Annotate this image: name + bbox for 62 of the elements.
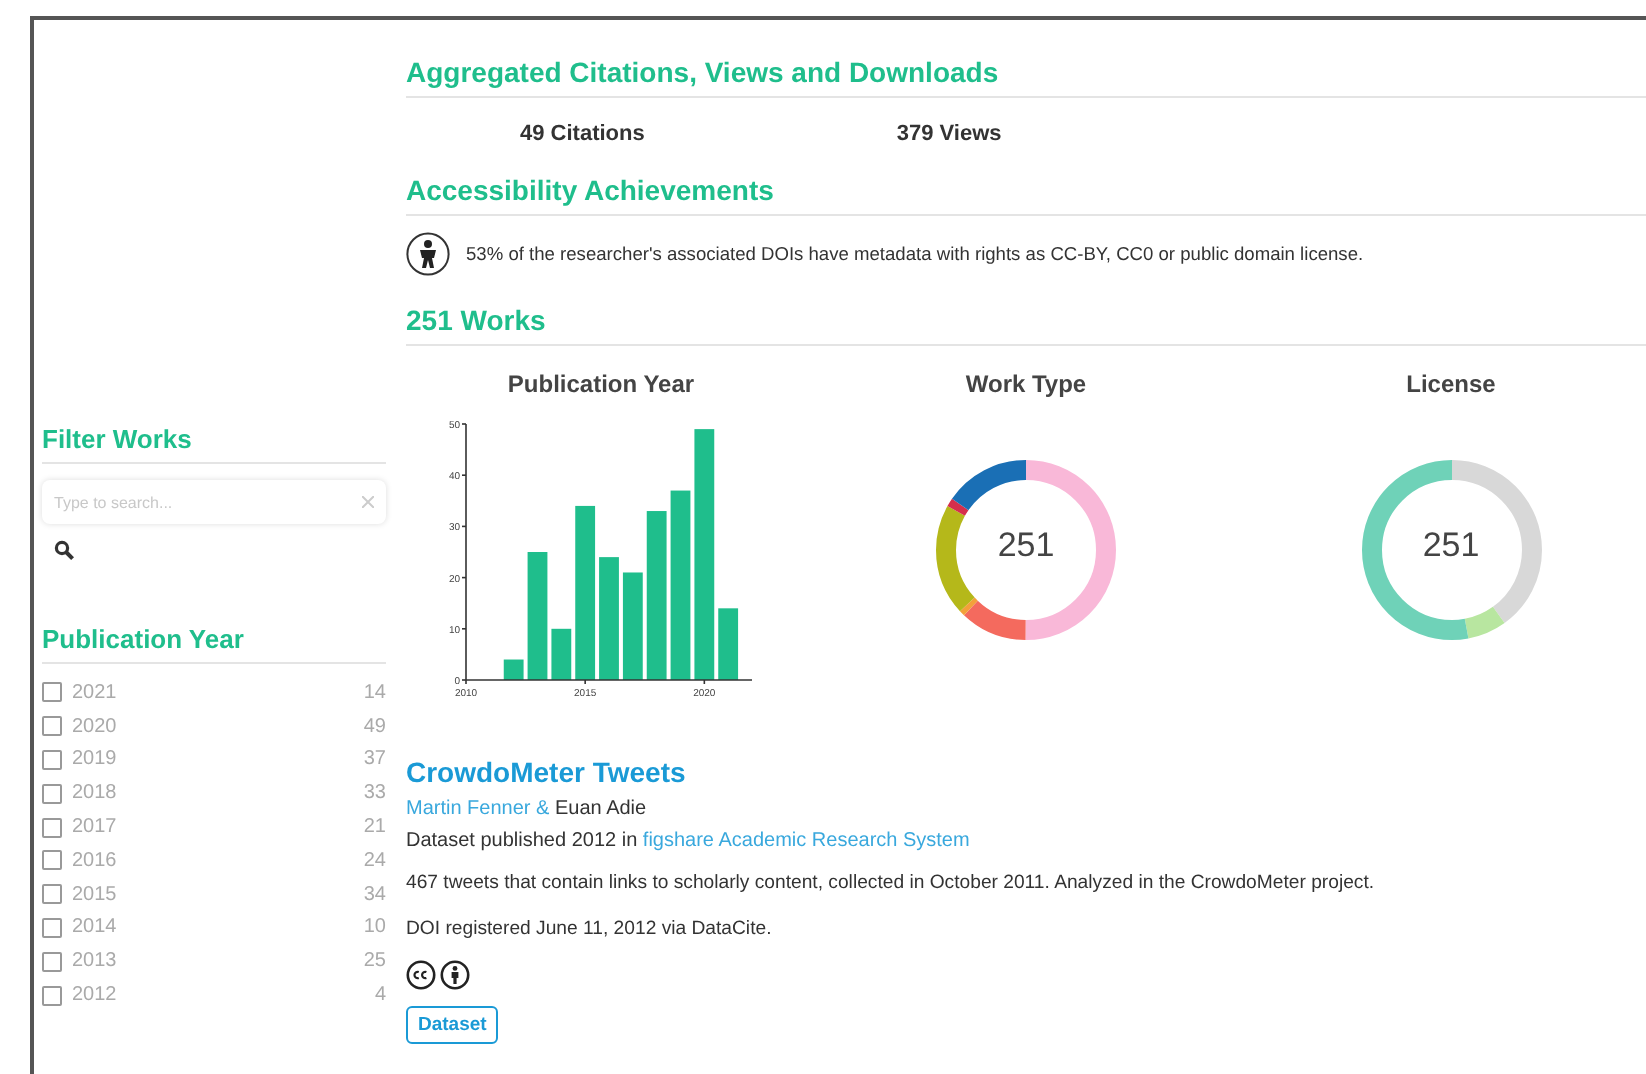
checkbox[interactable]: [42, 850, 62, 871]
chart-title: License: [1406, 370, 1496, 398]
clear-icon[interactable]: [362, 496, 374, 508]
facet-count: 4: [374, 984, 386, 1007]
section-heading: Accessibility Achievements: [406, 174, 1646, 216]
checkbox[interactable]: [42, 749, 62, 770]
facet-label: 2016: [72, 849, 119, 872]
bar: [502, 659, 523, 680]
figure-icon: [406, 232, 450, 276]
checkbox[interactable]: [42, 817, 62, 838]
facet-count: 25: [363, 950, 386, 973]
donut-total: 251: [995, 526, 1057, 566]
bar: [526, 552, 547, 680]
facet-label: 2017: [72, 816, 119, 839]
facet-label: 2018: [72, 782, 119, 805]
accessibility-text: 53% of the researcher's associated DOIs have metadata with rights as CC-BY, CC0 or public domain license.: [466, 244, 1364, 264]
facet-count: 24: [363, 849, 386, 872]
facet-label: 2013: [72, 950, 119, 973]
registration-text: DOI registered June 11, 2012 via DataCite.: [406, 918, 774, 940]
facet-label: 2020: [72, 715, 119, 738]
facet-label: 2012: [72, 984, 119, 1007]
bar: [717, 608, 738, 680]
work-description: 467 tweets that contain links to scholarly content, collected in October 2011. Analyzed in the CrowdoMeter project.: [406, 872, 1377, 894]
section-heading: Publication Year: [42, 624, 386, 664]
stat-value: 379 Views: [896, 122, 1002, 146]
type-tag[interactable]: Dataset: [406, 1006, 499, 1044]
checkbox[interactable]: [42, 985, 62, 1006]
section-heading: Aggregated Citations, Views and Downloads: [406, 56, 1646, 98]
section-heading: Filter Works: [42, 424, 386, 464]
bar: [550, 628, 571, 680]
checkbox[interactable]: [42, 716, 62, 737]
work-title: CrowdoMeter Tweets: [406, 756, 688, 788]
facet-label: 2019: [72, 748, 119, 771]
stat-value: 49 Citations: [520, 122, 645, 146]
facet-count: 49: [363, 715, 386, 738]
publisher-link[interactable]: figshare Academic Research System: [642, 830, 970, 852]
facet-count: 34: [363, 883, 386, 906]
checkbox[interactable]: [42, 783, 62, 804]
facet-label: 2021: [72, 681, 119, 704]
donut-total: 251: [1420, 526, 1482, 566]
chart-title: Publication Year: [507, 370, 695, 398]
cc-icon: [406, 960, 436, 990]
checkbox[interactable]: [42, 884, 62, 905]
author-name: Euan Adie: [554, 798, 647, 820]
author-link[interactable]: Martin Fenner &: [406, 798, 550, 820]
published-text: Dataset published 2012 in: [406, 830, 638, 852]
chart-title: Work Type: [965, 370, 1087, 398]
facet-label: 2015: [72, 883, 119, 906]
facet-count: 37: [363, 748, 386, 771]
checkbox[interactable]: [42, 682, 62, 703]
section-heading: 251 Works: [406, 304, 1646, 346]
search-icon: [54, 540, 74, 560]
facet-count: 10: [363, 916, 386, 939]
checkbox[interactable]: [42, 917, 62, 938]
bar: [621, 572, 642, 680]
checkbox[interactable]: [42, 951, 62, 972]
facet-label: 2014: [72, 916, 119, 939]
bar: [598, 557, 618, 680]
facet-count: 14: [363, 681, 386, 704]
person-icon: [440, 960, 470, 990]
facet-count: 21: [363, 816, 386, 839]
facet-count: 33: [363, 782, 386, 805]
